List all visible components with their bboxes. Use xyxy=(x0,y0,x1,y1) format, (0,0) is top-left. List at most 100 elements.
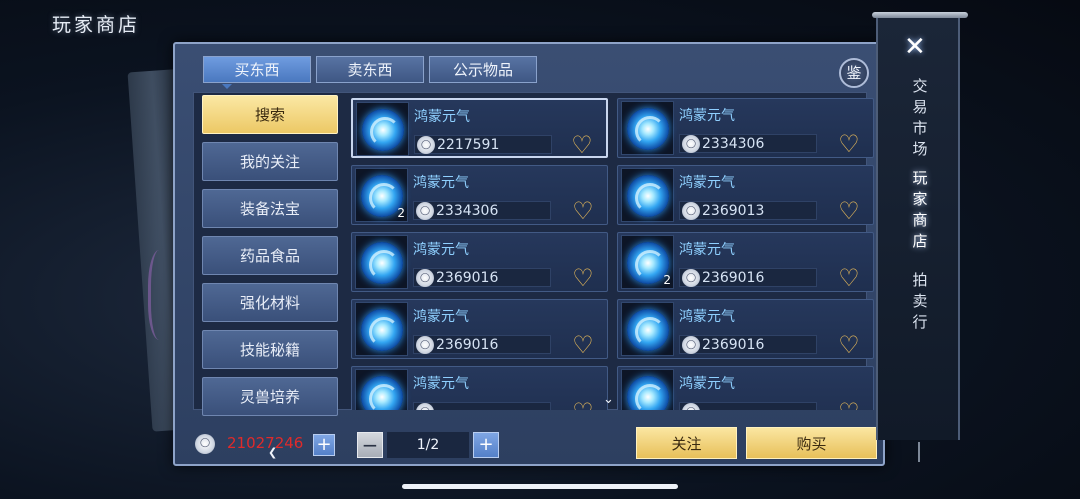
listing-card[interactable]: 鸿蒙元气 ◯ ♡ xyxy=(617,366,874,410)
nav-item-player-shop[interactable]: 玩家商店 xyxy=(908,168,932,252)
sidebar-item-search[interactable]: 搜索 xyxy=(202,95,338,134)
sidebar-item-medicine-food[interactable]: 药品食品 xyxy=(202,236,338,275)
heart-icon[interactable]: ♡ xyxy=(568,133,596,157)
heart-icon[interactable]: ♡ xyxy=(569,333,597,357)
price-field: ◯ xyxy=(679,402,817,410)
sidebar-item-equipment[interactable]: 装备法宝 xyxy=(202,189,338,228)
primordial-qi-orb-icon xyxy=(627,309,669,351)
coin-icon: ◯ xyxy=(682,269,700,287)
primordial-qi-orb-icon xyxy=(627,108,669,150)
listing-card[interactable]: 鸿蒙元气 ◯ 2369016 ♡ xyxy=(617,299,874,359)
nav-item-trading-market[interactable]: 交易市场 xyxy=(908,76,932,160)
price-field: ◯ xyxy=(413,402,551,410)
add-currency-button[interactable]: + xyxy=(313,434,335,456)
item-name: 鸿蒙元气 xyxy=(413,242,469,258)
follow-button[interactable]: 关注 xyxy=(636,427,737,459)
page-prev-button[interactable]: − xyxy=(357,432,383,458)
heart-icon[interactable]: ♡ xyxy=(835,400,863,410)
item-thumbnail xyxy=(621,369,674,410)
item-name: 鸿蒙元气 xyxy=(413,175,469,191)
category-sidebar: 搜索 我的关注 装备法宝 药品食品 强化材料 技能秘籍 灵兽培养 xyxy=(202,95,338,424)
shop-panel: 买东西 卖东西 公示物品 鉴 搜索 我的关注 装备法宝 药品食品 强化材料 技能… xyxy=(173,42,885,466)
item-name: 鸿蒙元气 xyxy=(679,376,735,392)
price-field: ◯ 2369016 xyxy=(679,268,817,287)
price-field: ◯ 2334306 xyxy=(679,134,817,153)
scroll-rod xyxy=(872,12,968,18)
sidebar-item-skill-books[interactable]: 技能秘籍 xyxy=(202,330,338,369)
home-indicator xyxy=(402,484,678,489)
sidebar-item-enhance-materials[interactable]: 强化材料 xyxy=(202,283,338,322)
listing-card[interactable]: 鸿蒙元气 ◯ 2369016 ♡ xyxy=(351,232,608,292)
balance-amount: 21027246 xyxy=(227,434,304,452)
coin-icon: ◯ xyxy=(416,269,434,287)
footer-bar: ◯ 21027246 + − 1/2 + 关注 购买 xyxy=(175,424,883,464)
heart-icon[interactable]: ♡ xyxy=(569,400,597,410)
buy-button[interactable]: 购买 xyxy=(746,427,877,459)
price-field: ◯ 2369016 xyxy=(413,268,551,287)
item-name: 鸿蒙元气 xyxy=(679,309,735,325)
coin-icon: ◯ xyxy=(416,336,434,354)
listing-card[interactable]: 鸿蒙元气 ◯ 2369013 ♡ xyxy=(617,165,874,225)
item-name: 鸿蒙元气 xyxy=(679,175,735,191)
item-price: 2334306 xyxy=(702,136,765,152)
page-next-button[interactable]: + xyxy=(473,432,499,458)
item-thumbnail xyxy=(621,168,674,222)
item-name: 鸿蒙元气 xyxy=(414,109,470,125)
listing-card[interactable]: 鸿蒙元气 ◯ 2334306 ♡ xyxy=(617,98,874,158)
price-field: ◯ 2334306 xyxy=(413,201,551,220)
heart-icon[interactable]: ♡ xyxy=(835,333,863,357)
listing-card[interactable]: 2 鸿蒙元气 ◯ 2334306 ♡ xyxy=(351,165,608,225)
coin-icon: ◯ xyxy=(416,202,434,220)
item-thumbnail xyxy=(621,302,674,356)
price-field: ◯ 2217591 xyxy=(414,135,552,154)
listing-card[interactable]: 鸿蒙元气 ◯ 2217591 ♡ xyxy=(351,98,608,158)
coin-icon: ◯ xyxy=(416,403,434,410)
grid-chevron-down-icon[interactable]: ⌄ xyxy=(603,392,614,407)
listing-card[interactable]: 2 鸿蒙元气 ◯ 2369016 ♡ xyxy=(617,232,874,292)
page-indicator: 1/2 xyxy=(387,432,469,458)
coin-icon: ◯ xyxy=(682,135,700,153)
item-quantity: 2 xyxy=(397,206,405,220)
item-price: 2369016 xyxy=(436,270,499,286)
item-price: 2217591 xyxy=(437,137,500,153)
page-title: 玩家商店 xyxy=(52,14,141,36)
primordial-qi-orb-icon xyxy=(361,242,403,284)
item-thumbnail xyxy=(356,102,409,156)
item-price: 2369016 xyxy=(436,337,499,353)
coin-icon: ◯ xyxy=(682,202,700,220)
coin-icon: ◯ xyxy=(682,403,700,410)
item-thumbnail xyxy=(355,302,408,356)
item-thumbnail xyxy=(355,369,408,410)
item-price: 2334306 xyxy=(436,203,499,219)
item-thumbnail xyxy=(355,235,408,289)
heart-icon[interactable]: ♡ xyxy=(569,266,597,290)
heart-icon[interactable]: ♡ xyxy=(835,132,863,156)
item-name: 鸿蒙元气 xyxy=(413,376,469,392)
listing-card[interactable]: 鸿蒙元气 ◯ ♡ xyxy=(351,366,608,410)
scroll-tassel xyxy=(918,442,924,462)
tab-public-items[interactable]: 公示物品 xyxy=(429,56,537,83)
heart-icon[interactable]: ♡ xyxy=(569,199,597,223)
item-price: 2369013 xyxy=(702,203,765,219)
primordial-qi-orb-icon xyxy=(627,376,669,410)
sidebar-item-pet-training[interactable]: 灵兽培养 xyxy=(202,377,338,416)
tab-bar: 买东西 卖东西 公示物品 xyxy=(203,56,537,83)
balance-coin-icon: ◯ xyxy=(195,434,215,454)
item-quantity: 2 xyxy=(663,273,671,287)
nav-item-auction-house[interactable]: 拍卖行 xyxy=(908,270,932,333)
item-price: 2369016 xyxy=(702,270,765,286)
heart-icon[interactable]: ♡ xyxy=(835,266,863,290)
coin-icon: ◯ xyxy=(682,336,700,354)
appraise-button[interactable]: 鉴 xyxy=(839,58,869,88)
tab-buy[interactable]: 买东西 xyxy=(203,56,311,83)
price-field: ◯ 2369016 xyxy=(679,335,817,354)
close-icon[interactable]: ✕ xyxy=(904,32,926,62)
sidebar-item-my-follows[interactable]: 我的关注 xyxy=(202,142,338,181)
item-thumbnail: 2 xyxy=(355,168,408,222)
tab-sell[interactable]: 卖东西 xyxy=(316,56,424,83)
primordial-qi-orb-icon xyxy=(361,376,403,410)
listing-card[interactable]: 鸿蒙元气 ◯ 2369016 ♡ xyxy=(351,299,608,359)
heart-icon[interactable]: ♡ xyxy=(835,199,863,223)
listing-grid: 鸿蒙元气 ◯ 2217591 ♡ 鸿蒙元气 ◯ 2334306 ♡ 2 鸿蒙元气 ◯ 2334306 ♡… xyxy=(351,98,883,410)
price-field: ◯ 2369016 xyxy=(413,335,551,354)
